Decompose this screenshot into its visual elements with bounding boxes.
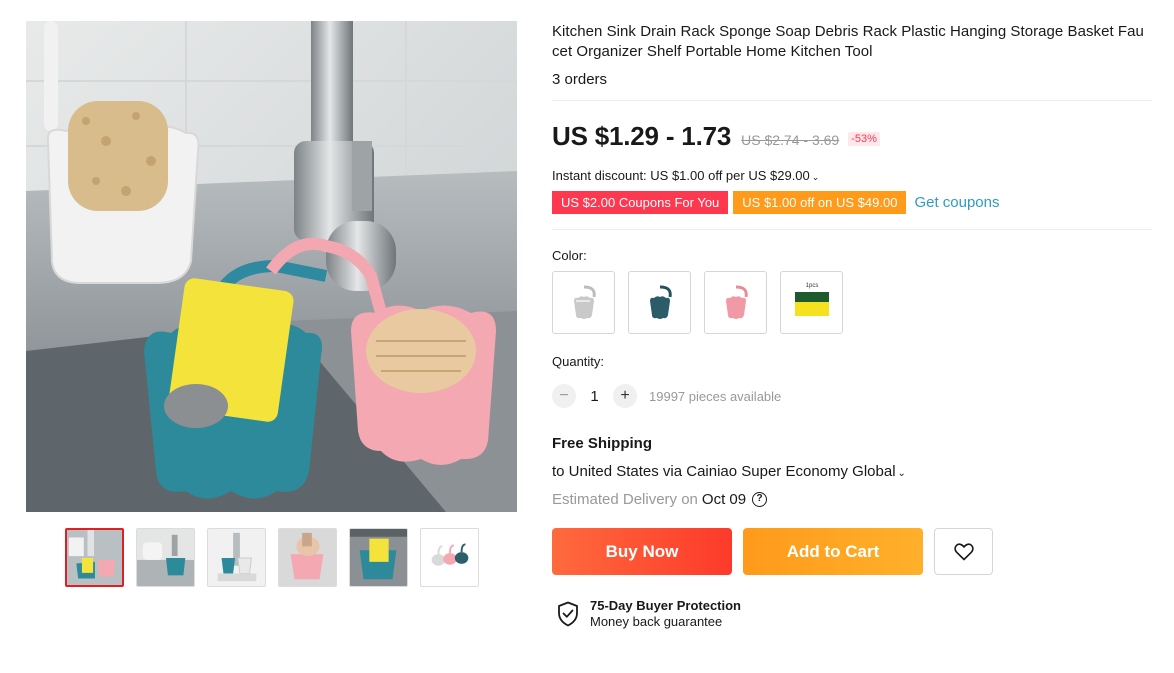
current-price: US $1.29 - 1.73 [552,121,732,151]
get-coupons-link[interactable]: Get coupons [914,194,999,211]
color-option-gray[interactable] [552,271,615,334]
add-to-cart-button[interactable]: Add to Cart [743,528,923,575]
buyer-protection: 75-Day Buyer Protection Money back guara… [556,598,1152,629]
thumbnail-3[interactable] [207,528,266,587]
color-option-pink[interactable] [704,271,767,334]
quantity-value[interactable]: 1 [576,388,613,405]
thumbnail-strip [65,528,479,587]
question-mark-icon[interactable]: ? [752,492,768,507]
shipping-method-text: to United States via Cainiao Super Econo… [552,463,896,480]
color-swatches: 1pcs [552,271,1152,334]
chevron-down-icon: ⌄ [897,468,906,479]
quantity-stepper: − 1 + 19997 pieces available [552,384,1152,408]
coupon-2-dollars[interactable]: US $2.00 Coupons For You [549,191,729,214]
shipping-method[interactable]: to United States via Cainiao Super Econo… [552,463,1152,480]
quantity-increase-button[interactable]: + [613,384,637,408]
original-price: US $2.74 - 3.69 [741,132,840,148]
coupon-1-dollar[interactable]: US $1.00 off on US $49.00 [731,191,907,214]
delivery-date: Oct 09 [701,491,747,508]
product-info: Kitchen Sink Drain Rack Sponge Soap Debr… [549,22,1152,629]
thumbnail-5[interactable] [349,528,408,587]
product-title: Kitchen Sink Drain Rack Sponge Soap Debr… [552,23,1144,60]
wishlist-button[interactable] [934,528,993,575]
color-option-dark-green[interactable] [628,271,691,334]
action-buttons: Buy Now Add to Cart [552,528,1152,575]
quantity-label: Quantity: [552,354,605,369]
thumbnail-1[interactable] [65,528,124,587]
estimated-delivery: Estimated Delivery on Oct 09 ? [552,491,1152,508]
instant-discount-text: Instant discount: US $1.00 off per US $2… [552,168,810,183]
price-row: US $1.29 - 1.73 US $2.74 - 3.69 -53% [552,121,1152,152]
chevron-down-icon: ⌄ [811,172,820,182]
color-label: Color: [552,248,587,263]
sponge-badge-text: 1pcs [805,283,818,289]
thumbnail-2[interactable] [136,528,195,587]
divider [552,229,1152,230]
shipping-title: Free Shipping [552,435,653,452]
divider [552,100,1152,101]
heart-icon [953,542,974,560]
estimated-delivery-label: Estimated Delivery on [552,491,698,508]
shield-check-icon [558,601,578,626]
protection-title: 75-Day Buyer Protection [590,598,741,613]
protection-subtitle: Money back guarantee [590,614,723,629]
instant-discount[interactable]: Instant discount: US $1.00 off per US $2… [552,168,1152,183]
stock-available: 19997 pieces available [649,388,782,404]
thumbnail-4[interactable] [278,528,337,587]
quantity-decrease-button[interactable]: − [552,384,576,408]
color-option-sponge[interactable]: 1pcs [780,271,843,334]
discount-badge: -53% [848,132,880,146]
coupon-row: US $2.00 Coupons For You US $1.00 off on… [549,191,1152,214]
buy-now-button[interactable]: Buy Now [552,528,732,575]
product-gallery [26,21,517,587]
orders-count: 3 orders [552,71,608,88]
thumbnail-6[interactable] [420,528,479,587]
main-product-image[interactable] [26,21,517,512]
